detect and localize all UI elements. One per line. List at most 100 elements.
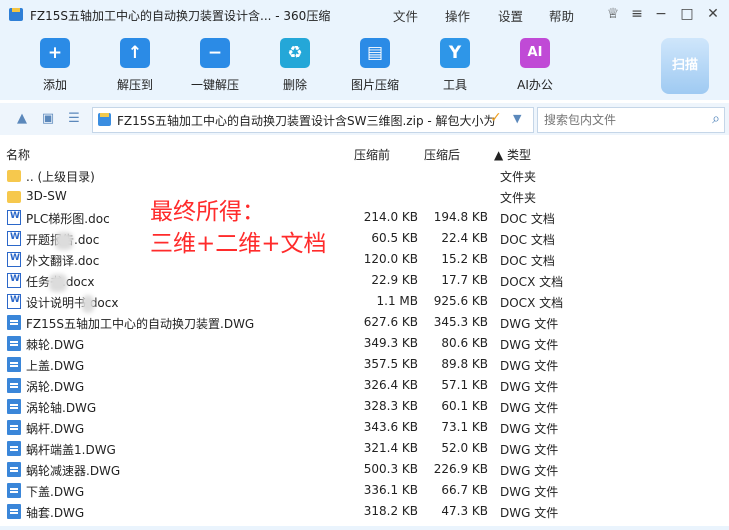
file-original-size: 47.3 KB bbox=[441, 504, 488, 518]
list-item[interactable]: 蜗杆.DWG 343.6 KB 73.1 KB DWG 文件 bbox=[0, 417, 729, 438]
file-type: DOCX 文档 bbox=[500, 275, 564, 289]
word-doc-icon bbox=[7, 231, 21, 246]
folder-icon bbox=[7, 170, 21, 182]
image-compress-button[interactable]: ▤ 图片压缩 bbox=[340, 38, 410, 93]
file-original-size: 17.7 KB bbox=[441, 273, 488, 287]
ai-office-button[interactable]: AI AI办公 bbox=[500, 38, 570, 93]
file-original-size: 73.1 KB bbox=[441, 420, 488, 434]
column-name[interactable]: 名称 bbox=[6, 146, 30, 163]
close-icon[interactable]: ✕ bbox=[703, 4, 723, 24]
list-item[interactable]: 蜗轮减速器.DWG 500.3 KB 226.9 KB DWG 文件 bbox=[0, 459, 729, 480]
path-bar: ▲ ▣ ☰ FZ15S五轴加工中心的自动换刀装置设计含SW三维图.zip - 解… bbox=[0, 103, 729, 135]
one-click-extract-button[interactable]: − 一键解压 bbox=[180, 38, 250, 93]
tools-label: 工具 bbox=[442, 78, 467, 92]
add-button[interactable]: + 添加 bbox=[20, 38, 90, 93]
tools-button[interactable]: Y 工具 bbox=[420, 38, 490, 93]
skin-icon[interactable]: ♕ bbox=[603, 4, 623, 24]
list-item[interactable]: 下盖.DWG 336.1 KB 66.7 KB DWG 文件 bbox=[0, 480, 729, 501]
menu-help[interactable]: 帮助 bbox=[549, 6, 574, 25]
list-item[interactable]: 棘轮.DWG 349.3 KB 80.6 KB DWG 文件 bbox=[0, 333, 729, 354]
file-original-size: 57.1 KB bbox=[441, 378, 488, 392]
file-compressed-size: 22.9 KB bbox=[371, 273, 418, 287]
list-item[interactable]: 涡轮轴.DWG 328.3 KB 60.1 KB DWG 文件 bbox=[0, 396, 729, 417]
status-bar bbox=[0, 526, 729, 530]
column-type[interactable]: ▲ 类型 bbox=[494, 146, 531, 163]
list-item[interactable]: 蜗杆端盖1.DWG 321.4 KB 52.0 KB DWG 文件 bbox=[0, 438, 729, 459]
file-compressed-size: 627.6 KB bbox=[363, 315, 418, 329]
list-item[interactable]: .. (上级目录) 文件夹 bbox=[0, 165, 729, 186]
menu-settings[interactable]: 设置 bbox=[498, 6, 523, 25]
file-name: 蜗杆.DWG bbox=[26, 422, 85, 436]
delete-button[interactable]: ♻ 删除 bbox=[260, 38, 330, 93]
file-type: DWG 文件 bbox=[500, 317, 559, 331]
zip-file-icon bbox=[98, 113, 111, 126]
path-text: FZ15S五轴加工中心的自动换刀装置设计含SW三维图.zip - 解包大小为 bbox=[117, 114, 496, 128]
dwg-file-icon bbox=[7, 441, 21, 456]
favorite-check-icon[interactable]: ✓ bbox=[490, 110, 502, 126]
list-item[interactable]: 设计说明书.docx 1.1 MB 925.6 KB DOCX 文档 bbox=[0, 291, 729, 312]
file-name: 涡轮.DWG bbox=[26, 380, 85, 394]
file-type: 文件夹 bbox=[500, 170, 537, 184]
file-list-header: 名称 压缩前 压缩后 ▲ 类型 bbox=[0, 143, 729, 163]
annotation-line-2: 三维+二维+文档 bbox=[150, 231, 327, 257]
scan-button[interactable]: 扫描 bbox=[661, 38, 709, 94]
file-name: 蜗轮减速器.DWG bbox=[26, 464, 121, 478]
file-type: DWG 文件 bbox=[500, 485, 559, 499]
list-item[interactable]: 轴套.DWG 318.2 KB 47.3 KB DWG 文件 bbox=[0, 501, 729, 522]
minimize-icon[interactable]: − bbox=[651, 4, 671, 24]
list-item[interactable]: 3D-SW 文件夹 bbox=[0, 186, 729, 207]
word-doc-icon bbox=[7, 294, 21, 309]
extract-icon: ↑ bbox=[120, 38, 150, 68]
path-field[interactable]: FZ15S五轴加工中心的自动换刀装置设计含SW三维图.zip - 解包大小为 ✓… bbox=[92, 107, 534, 133]
search-box[interactable]: ⌕ bbox=[537, 107, 725, 133]
menu-operate[interactable]: 操作 bbox=[445, 6, 470, 25]
file-list: .. (上级目录) 文件夹 3D-SW 文件夹 PLC梯形图.doc 214.0 KB… bbox=[0, 165, 729, 522]
one-click-extract-icon: − bbox=[200, 38, 230, 68]
list-item[interactable]: 涡轮.DWG 326.4 KB 57.1 KB DWG 文件 bbox=[0, 375, 729, 396]
file-type: DOC 文档 bbox=[500, 233, 555, 247]
list-view-icon[interactable]: ☰ bbox=[66, 111, 82, 127]
file-name: FZ15S五轴加工中心的自动换刀装置.DWG bbox=[26, 317, 255, 331]
dwg-file-icon bbox=[7, 399, 21, 414]
file-name: 涡轮轴.DWG bbox=[26, 401, 97, 415]
file-original-size: 345.3 KB bbox=[433, 315, 488, 329]
window-title: FZ15S五轴加工中心的自动换刀装置设计含... - 360压缩 bbox=[30, 9, 331, 23]
chevron-down-icon[interactable]: ▼ bbox=[513, 112, 521, 125]
ai-office-icon: AI bbox=[520, 38, 550, 68]
file-type: DWG 文件 bbox=[500, 464, 559, 478]
file-name: 上盖.DWG bbox=[26, 359, 85, 373]
maximize-icon[interactable]: □ bbox=[677, 4, 697, 24]
column-compressed[interactable]: 压缩前 bbox=[354, 146, 390, 163]
title-bar: FZ15S五轴加工中心的自动换刀装置设计含... - 360压缩 文件 操作 设… bbox=[0, 0, 729, 30]
list-item[interactable]: 任务书.docx22.9 KB17.7 KBDOCX 文档 bbox=[0, 270, 729, 291]
delete-label: 删除 bbox=[282, 78, 307, 92]
word-doc-icon bbox=[7, 210, 21, 225]
column-original[interactable]: 压缩后 bbox=[424, 146, 460, 163]
menu-file[interactable]: 文件 bbox=[393, 6, 418, 25]
word-doc-icon bbox=[7, 273, 21, 288]
one-click-extract-label: 一键解压 bbox=[190, 78, 239, 92]
file-type: DWG 文件 bbox=[500, 380, 559, 394]
file-name: 蜗杆端盖1.DWG bbox=[26, 443, 116, 457]
file-type: DWG 文件 bbox=[500, 506, 559, 520]
up-level-icon[interactable]: ▲ bbox=[14, 111, 30, 127]
list-item[interactable]: 外文翻译.doc 120.0 KB 15.2 KB DOC 文档 bbox=[0, 249, 729, 270]
redaction-blur bbox=[82, 295, 94, 313]
menu-icon[interactable]: ≡ bbox=[627, 4, 647, 24]
add-label: 添加 bbox=[42, 78, 67, 92]
file-compressed-size: 328.3 KB bbox=[363, 399, 418, 413]
file-compressed-size: 321.4 KB bbox=[363, 441, 418, 455]
list-item[interactable]: PLC梯形图.doc 214.0 KB 194.8 KB DOC 文档 bbox=[0, 207, 729, 228]
file-type: DWG 文件 bbox=[500, 338, 559, 352]
list-item[interactable]: FZ15S五轴加工中心的自动换刀装置.DWG 627.6 KB 345.3 KB DW… bbox=[0, 312, 729, 333]
list-item[interactable]: 上盖.DWG 357.5 KB 89.8 KB DWG 文件 bbox=[0, 354, 729, 375]
image-compress-icon: ▤ bbox=[360, 38, 390, 68]
extract-label: 解压到 bbox=[116, 78, 153, 92]
thumbnail-view-icon[interactable]: ▣ bbox=[40, 111, 56, 127]
search-input[interactable] bbox=[542, 111, 706, 129]
dwg-file-icon bbox=[7, 420, 21, 435]
list-item[interactable]: 开题报告.doc60.5 KB22.4 KBDOC 文档 bbox=[0, 228, 729, 249]
extract-button[interactable]: ↑ 解压到 bbox=[100, 38, 170, 93]
search-icon[interactable]: ⌕ bbox=[712, 111, 720, 127]
file-name: 3D-SW bbox=[26, 189, 67, 203]
